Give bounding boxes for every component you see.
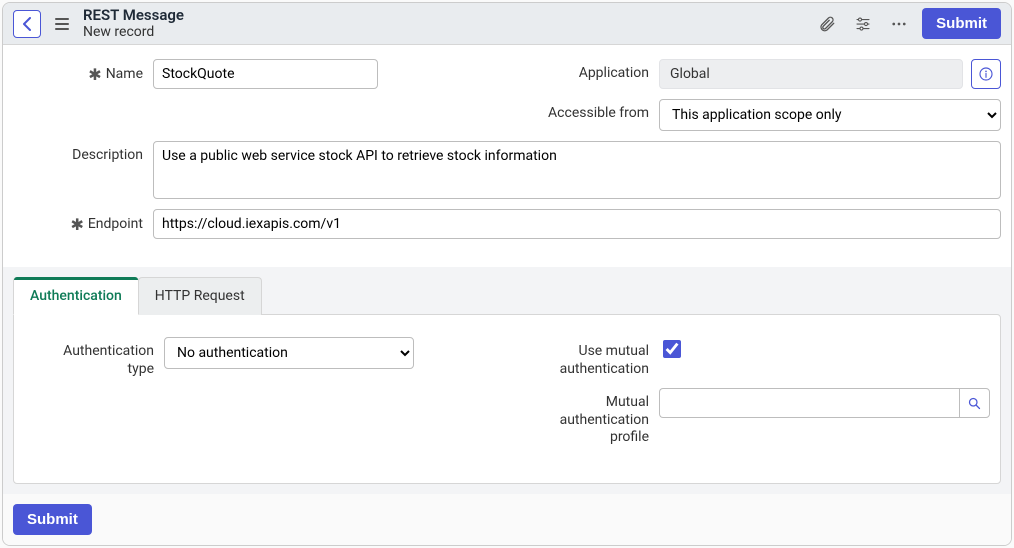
mutual-auth-profile-label: Mutual authentication profile [519,388,649,447]
endpoint-input[interactable] [153,209,1001,239]
chevron-left-icon [22,17,32,31]
tab-http-request[interactable]: HTTP Request [138,277,262,315]
submit-button-footer[interactable]: Submit [13,504,92,535]
hamburger-menu-icon[interactable] [51,14,73,34]
tab-authentication[interactable]: Authentication [13,277,139,315]
settings-button[interactable] [850,11,876,37]
name-input[interactable] [153,59,378,89]
accessible-from-select[interactable]: This application scope only [659,99,1001,131]
application-info-button[interactable] [971,59,1001,89]
submit-button-header[interactable]: Submit [922,8,1001,39]
form-body: ✱Name Application Global Accessible from [3,45,1011,267]
form-footer: Submit [3,494,1011,545]
form-header: REST Message New record Submit [3,3,1011,45]
description-label: Description [13,141,143,163]
application-value: Global [659,59,963,89]
mutual-auth-profile-lookup-button[interactable] [959,388,990,418]
more-actions-button[interactable] [886,11,912,37]
use-mutual-auth-checkbox[interactable] [663,340,681,358]
page-subtitle: New record [83,24,184,40]
ellipsis-icon [890,15,908,33]
description-input[interactable] [153,141,1001,199]
info-icon [978,66,994,82]
required-indicator: ✱ [88,65,101,84]
header-titles: REST Message New record [83,7,184,40]
tab-panel-authentication: Authentication type No authentication [13,314,1001,484]
page-title: REST Message [83,7,184,24]
sliders-icon [854,15,872,33]
accessible-from-label: Accessible from [519,99,649,121]
name-label: ✱Name [13,59,143,84]
auth-type-select[interactable]: No authentication [164,337,414,369]
paperclip-icon [818,15,836,33]
tab-bar: Authentication HTTP Request [13,277,1001,315]
attachment-button[interactable] [814,11,840,37]
mutual-auth-profile-input[interactable] [659,388,959,418]
required-indicator: ✱ [70,215,83,234]
search-icon [967,396,982,411]
use-mutual-auth-label: Use mutual authentication [519,337,649,378]
back-button[interactable] [13,10,41,38]
auth-type-label: Authentication type [24,337,154,378]
application-label: Application [519,59,649,81]
endpoint-label: ✱Endpoint [13,209,143,234]
